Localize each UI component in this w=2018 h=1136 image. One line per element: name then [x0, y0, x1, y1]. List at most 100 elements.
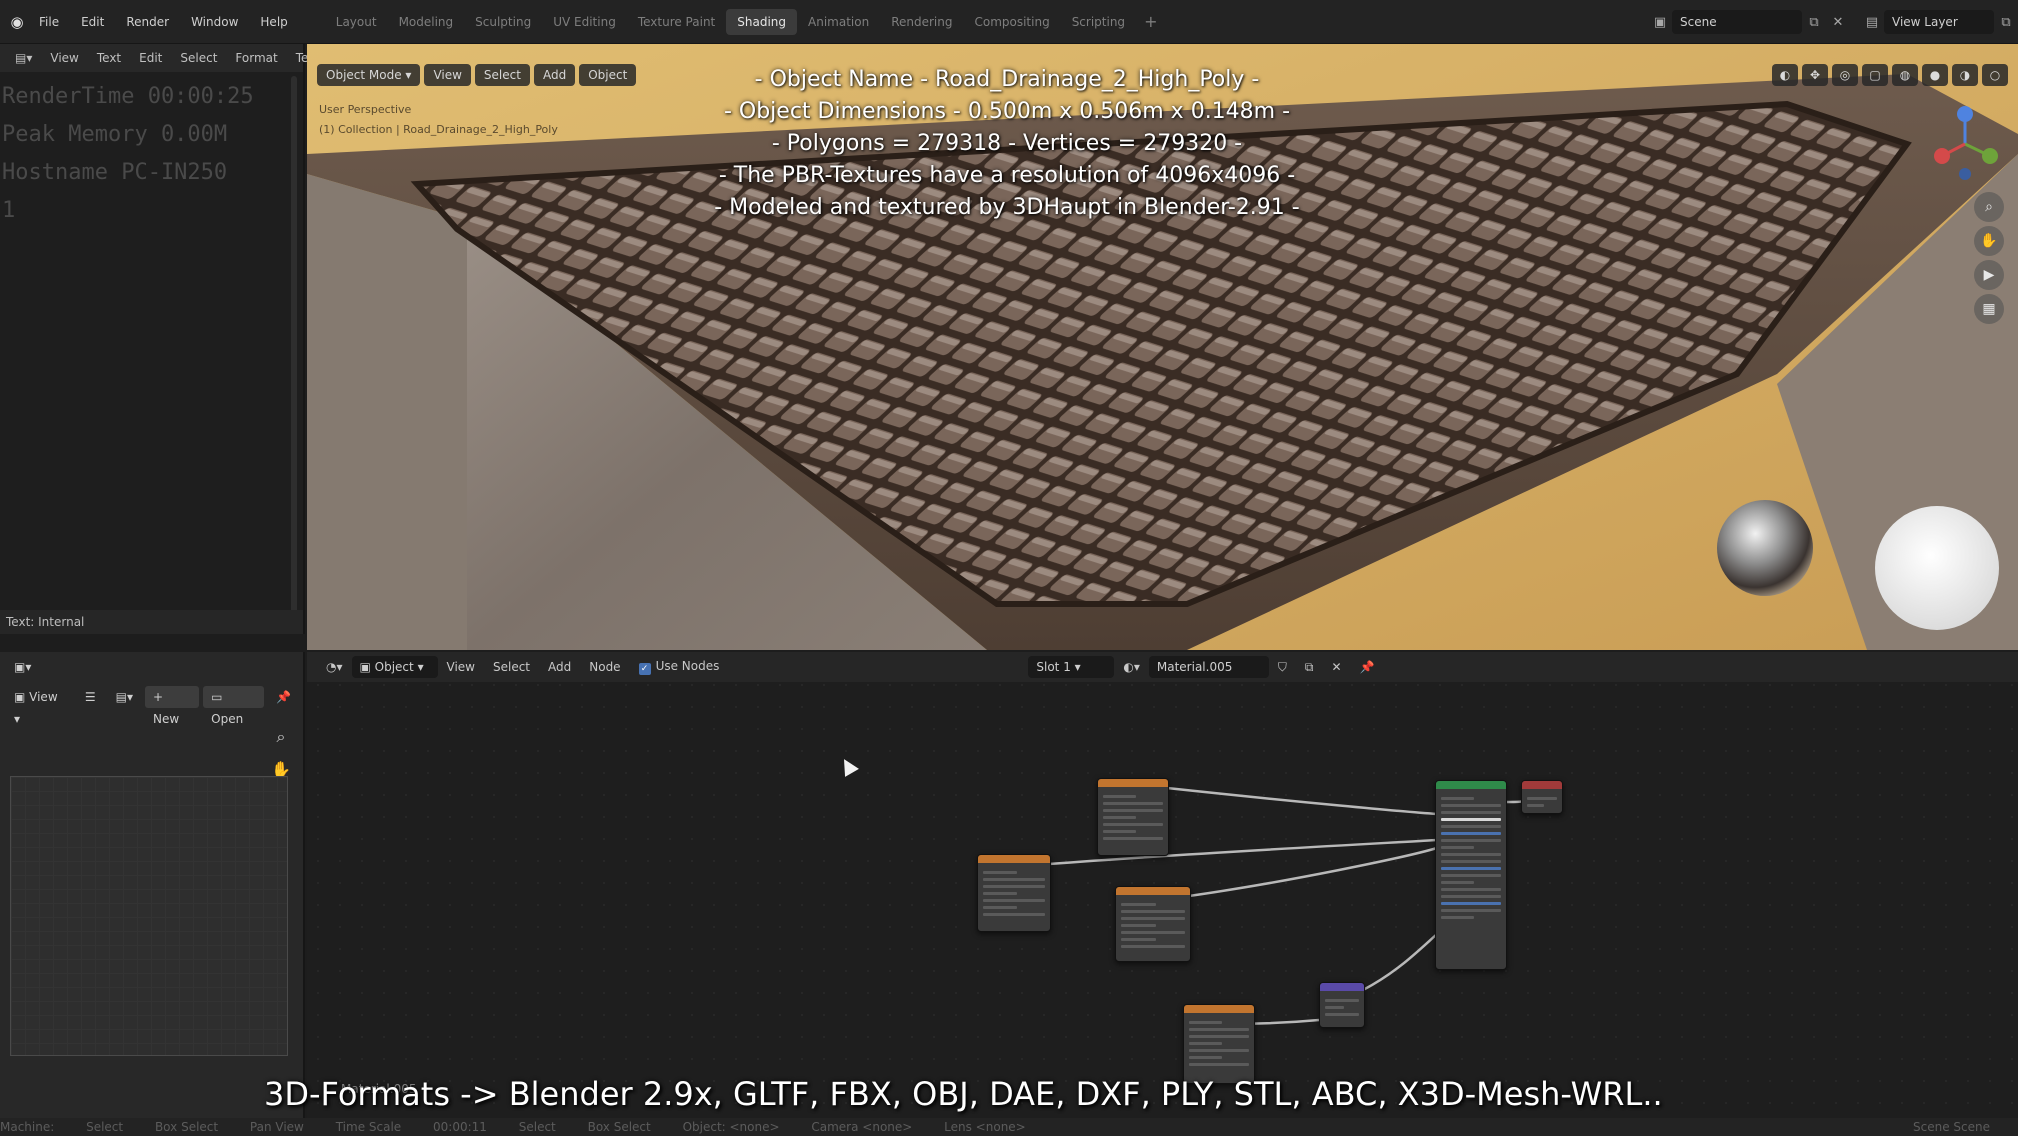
- add-workspace-icon[interactable]: +: [1136, 12, 1165, 31]
- normal-map-node[interactable]: [1319, 982, 1365, 1028]
- grid-ortho-icon[interactable]: ▦: [1974, 294, 2004, 324]
- wireframe-shading-icon[interactable]: ◍: [1892, 64, 1918, 86]
- status-item: Select: [86, 1120, 124, 1134]
- overlay-line: - Polygons = 279318 - Vertices = 279320 …: [771, 131, 1243, 156]
- text-editor-header: ▤▾ View Text Edit Select Format Templ: [0, 44, 331, 72]
- xray-icon[interactable]: ▢: [1862, 64, 1888, 86]
- text-line: 1: [2, 198, 16, 223]
- hamburger-icon[interactable]: ☰: [77, 686, 104, 708]
- camera-view-icon[interactable]: ▶: [1974, 260, 2004, 290]
- tab-uv-editing[interactable]: UV Editing: [542, 9, 627, 35]
- te-menu-text[interactable]: Text: [88, 51, 130, 65]
- status-item: Camera <none>: [811, 1120, 913, 1134]
- node-header: [1098, 779, 1168, 787]
- navigation-gizmo[interactable]: [1930, 104, 2000, 184]
- top-menu-bar: ◉ File Edit Render Window Help Layout Mo…: [0, 0, 2018, 44]
- image-texture-node[interactable]: [1115, 886, 1191, 962]
- material-shading-icon[interactable]: ◑: [1952, 64, 1978, 86]
- solid-shading-icon[interactable]: ●: [1922, 64, 1948, 86]
- gizmo-icon[interactable]: ✥: [1802, 64, 1828, 86]
- te-menu-edit[interactable]: Edit: [130, 51, 171, 65]
- zoom-icon[interactable]: ⌕: [266, 722, 296, 752]
- tab-scripting[interactable]: Scripting: [1061, 9, 1136, 35]
- object-info-overlay: - Object Name - Road_Drainage_2_High_Pol…: [307, 64, 1707, 224]
- image-editor-panel: ▣▾ ▣ View ▾ ☰ ▤▾ + New ▭ Open 📌 ⌕ ✋: [0, 652, 305, 1136]
- node-header: [1522, 781, 1562, 789]
- image-texture-node[interactable]: [1097, 778, 1169, 856]
- menu-help[interactable]: Help: [249, 0, 298, 44]
- new-image-button[interactable]: + New: [145, 686, 200, 726]
- status-item: Box Select: [587, 1120, 651, 1134]
- image-canvas[interactable]: [10, 776, 288, 1056]
- shader-node-editor[interactable]: ◔▾ ▣ Object ▾ View Select Add Node ✓ Use …: [307, 652, 2018, 1136]
- image-editor-header-1: ▣▾: [0, 652, 303, 682]
- principled-bsdf-node[interactable]: [1435, 780, 1507, 970]
- status-item: Scene Scene: [1913, 1120, 1990, 1134]
- workspace-tabs: Layout Modeling Sculpting UV Editing Tex…: [325, 0, 1166, 44]
- formats-caption: 3D-Formats -> Blender 2.9x, GLTF, FBX, O…: [264, 1075, 1663, 1113]
- status-item: Time Scale: [335, 1120, 402, 1134]
- new-view-layer-icon[interactable]: ⧉: [1994, 10, 2018, 34]
- te-menu-view[interactable]: View: [41, 51, 87, 65]
- tab-compositing[interactable]: Compositing: [963, 9, 1060, 35]
- text-editor-content[interactable]: RenderTime 00:00:25 Peak Memory 0.00M Ho…: [0, 72, 303, 230]
- viewport-shading-tools: ◐ ✥ ◎ ▢ ◍ ● ◑ ○: [1772, 64, 2008, 86]
- node-header: [1320, 983, 1364, 991]
- new-scene-icon[interactable]: ⧉: [1802, 10, 1826, 34]
- image-texture-node[interactable]: [1183, 1004, 1255, 1084]
- overlay-icon[interactable]: ◎: [1832, 64, 1858, 86]
- scene-field[interactable]: Scene: [1672, 10, 1802, 34]
- status-item: Select: [518, 1120, 556, 1134]
- ie-view-menu[interactable]: ▣ View ▾: [6, 686, 73, 726]
- tab-shading[interactable]: Shading: [726, 8, 797, 35]
- editor-type-icon[interactable]: ▤▾: [6, 51, 41, 65]
- text-line: RenderTime 00:00:25: [2, 84, 254, 109]
- text-editor-scrollbar[interactable]: [291, 76, 297, 616]
- zoom-icon[interactable]: ⌕: [1974, 192, 2004, 222]
- status-item: Lens <none>: [944, 1120, 1026, 1134]
- text-line: Peak Memory 0.00M: [2, 122, 228, 147]
- tab-texture-paint[interactable]: Texture Paint: [627, 9, 726, 35]
- node-header: [978, 855, 1050, 863]
- pin-icon[interactable]: 📌: [268, 686, 299, 708]
- overlay-line: - The PBR-Textures have a resolution of …: [718, 163, 1296, 188]
- overlay-line: - Modeled and textured by 3DHaupt in Ble…: [714, 195, 1300, 220]
- tab-rendering[interactable]: Rendering: [880, 9, 963, 35]
- status-item: Object: <none>: [682, 1120, 780, 1134]
- te-menu-select[interactable]: Select: [171, 51, 226, 65]
- text-editor-panel: ▤▾ View Text Edit Select Format Templ Re…: [0, 44, 331, 634]
- editor-type-icon[interactable]: ▣▾: [6, 656, 39, 678]
- visibility-icon[interactable]: ◐: [1772, 64, 1798, 86]
- text-line: Hostname PC-IN250: [2, 160, 228, 185]
- pan-hand-icon[interactable]: ✋: [1974, 226, 2004, 256]
- topbar-right: ▣ Scene ⧉ ✕ ▤ View Layer ⧉: [1648, 0, 2018, 44]
- blender-logo-icon[interactable]: ◉: [6, 11, 28, 33]
- node-header: [1184, 1005, 1254, 1013]
- te-menu-format[interactable]: Format: [226, 51, 286, 65]
- overlay-line: - Object Dimensions - 0.500m x 0.506m x …: [723, 99, 1291, 124]
- view-layer-field[interactable]: View Layer: [1884, 10, 1994, 34]
- tab-animation[interactable]: Animation: [797, 9, 880, 35]
- open-image-button[interactable]: ▭ Open: [203, 686, 265, 726]
- image-browse-icon[interactable]: ▤▾: [108, 686, 141, 708]
- status-bar: Machine: Select Box Select Pan View Time…: [0, 1118, 2018, 1136]
- remove-scene-icon[interactable]: ✕: [1826, 10, 1850, 34]
- status-item: Machine:: [0, 1120, 59, 1134]
- menu-window[interactable]: Window: [180, 0, 249, 44]
- tab-modeling[interactable]: Modeling: [388, 9, 465, 35]
- scene-icon[interactable]: ▣: [1648, 10, 1672, 34]
- 3d-viewport[interactable]: Object Mode ▾ View Select Add Object Use…: [307, 44, 2018, 650]
- status-item: 00:00:11: [433, 1120, 487, 1134]
- status-item: Pan View: [249, 1120, 304, 1134]
- image-texture-node[interactable]: [977, 854, 1051, 932]
- tab-layout[interactable]: Layout: [325, 9, 388, 35]
- text-editor-footer: Text: Internal: [0, 610, 303, 634]
- material-output-node[interactable]: [1521, 780, 1563, 814]
- menu-render[interactable]: Render: [115, 0, 180, 44]
- menu-edit[interactable]: Edit: [70, 0, 115, 44]
- menu-file[interactable]: File: [28, 0, 70, 44]
- rendered-shading-icon[interactable]: ○: [1982, 64, 2008, 86]
- view-layer-icon[interactable]: ▤: [1860, 10, 1884, 34]
- overlay-line: - Object Name - Road_Drainage_2_High_Pol…: [754, 67, 1260, 92]
- tab-sculpting[interactable]: Sculpting: [464, 9, 542, 35]
